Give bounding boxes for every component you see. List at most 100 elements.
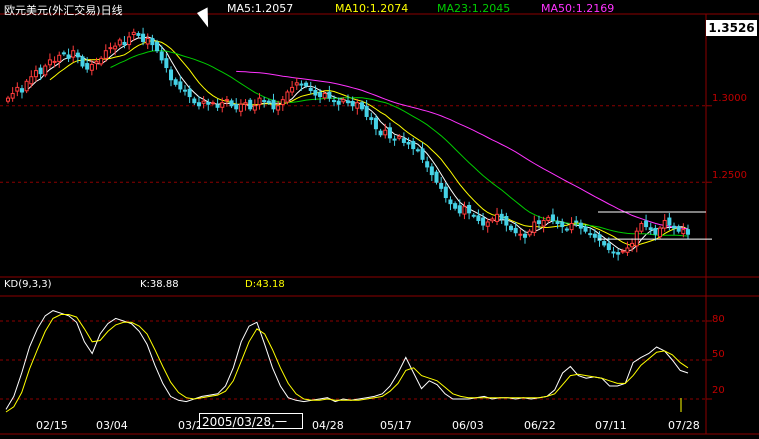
candle-body [634,230,639,247]
candle-body [509,225,514,231]
candle-body [38,67,43,75]
candle-body [667,217,672,226]
candle-body [425,161,430,168]
kd-tick-50: 50 [712,349,725,360]
candle-body [196,102,201,107]
current-price-box: 1.3526 [706,20,757,36]
candle-body [33,70,38,78]
candle-body [583,226,588,232]
candle-body [94,60,99,64]
candle-body [345,100,351,104]
candle-body [136,33,141,36]
candle-body [439,182,444,189]
candle-body [285,91,290,103]
chart-window[interactable]: { "header": { "title": "欧元美元(外汇交易)日线", "… [0,0,759,439]
candle-body [485,221,490,227]
candle-body [66,54,71,59]
candle-body [127,36,132,46]
candle-body [476,215,481,221]
candle-body [644,220,649,228]
candle-body [336,100,341,105]
candle-body [220,102,225,108]
candle-body [122,41,127,46]
candle-body [238,103,243,112]
candle-body [257,97,262,106]
candle-body [99,57,104,65]
candle-body [252,105,257,111]
candle-body [406,141,411,145]
candle-body [280,99,285,106]
kd-tick-20: 20 [712,385,725,396]
candle-body [588,233,593,236]
candle-body [5,97,11,102]
candle-body [401,138,406,143]
x-tick-label: 05/17 [380,419,412,432]
candle-body [672,225,677,229]
candle-body [173,79,178,85]
candle-body [429,166,434,176]
x-tick-label: 03/04 [96,419,128,432]
candle-body [234,104,239,110]
x-tick-label: 06/22 [524,419,556,432]
candle-body [57,54,62,62]
candle-body [85,63,90,70]
candle-body [215,104,220,108]
candle-body [192,98,197,104]
candle-body [462,206,467,215]
chart-title: 欧元美元(外汇交易)日线 [4,4,123,17]
candle-body [159,51,164,61]
candle-body [522,233,527,238]
candle-body [541,219,546,227]
candle-body [555,221,560,225]
candle-body [369,117,374,121]
candle-body [276,105,281,111]
candle-body [206,101,211,105]
candle-body [201,100,206,104]
candle-body [141,33,146,43]
candle-body [359,102,364,110]
candle-body [299,83,304,86]
candle-body [569,223,574,231]
candle-body [80,56,85,67]
candle-body [71,50,76,58]
candle-body [630,242,635,248]
candle-body [308,87,313,91]
candle-body [364,105,369,117]
candle-body [318,92,323,98]
candle-body [187,88,192,98]
candle-body [550,214,555,221]
candle-body [178,81,183,90]
candle-body [248,99,253,110]
candle-body [448,199,453,205]
ma50-legend: MA50:1.2169 [541,2,615,15]
candle-body [653,227,658,235]
candle-body [103,50,108,59]
x-tick-label: 07/11 [595,419,627,432]
candle-body [536,220,541,225]
candle-body [155,41,160,52]
candle-body [662,219,667,229]
candle-body [47,59,52,66]
candle-body [373,117,378,130]
candle-body [611,251,616,254]
candle-body [243,102,248,105]
candle-body [19,88,24,93]
ma5-legend: MA5:1.2057 [227,2,294,15]
chart-canvas[interactable] [0,0,759,439]
candle-body [578,222,583,229]
candle-body [131,31,136,35]
ma10-legend: MA10:1.2074 [335,2,409,15]
candle-body [495,213,500,222]
candle-body [518,233,523,236]
candle-body [182,89,187,92]
candle-body [304,82,309,87]
candle-body [383,129,388,136]
x-tick-label: 04/28 [312,419,344,432]
candle-body [145,37,150,45]
candle-body [685,229,691,235]
candle-body [392,138,397,141]
candle-body [29,76,34,85]
candle-body [341,99,346,103]
candle-body [229,100,234,107]
ma23-legend: MA23:1.2045 [437,2,511,15]
